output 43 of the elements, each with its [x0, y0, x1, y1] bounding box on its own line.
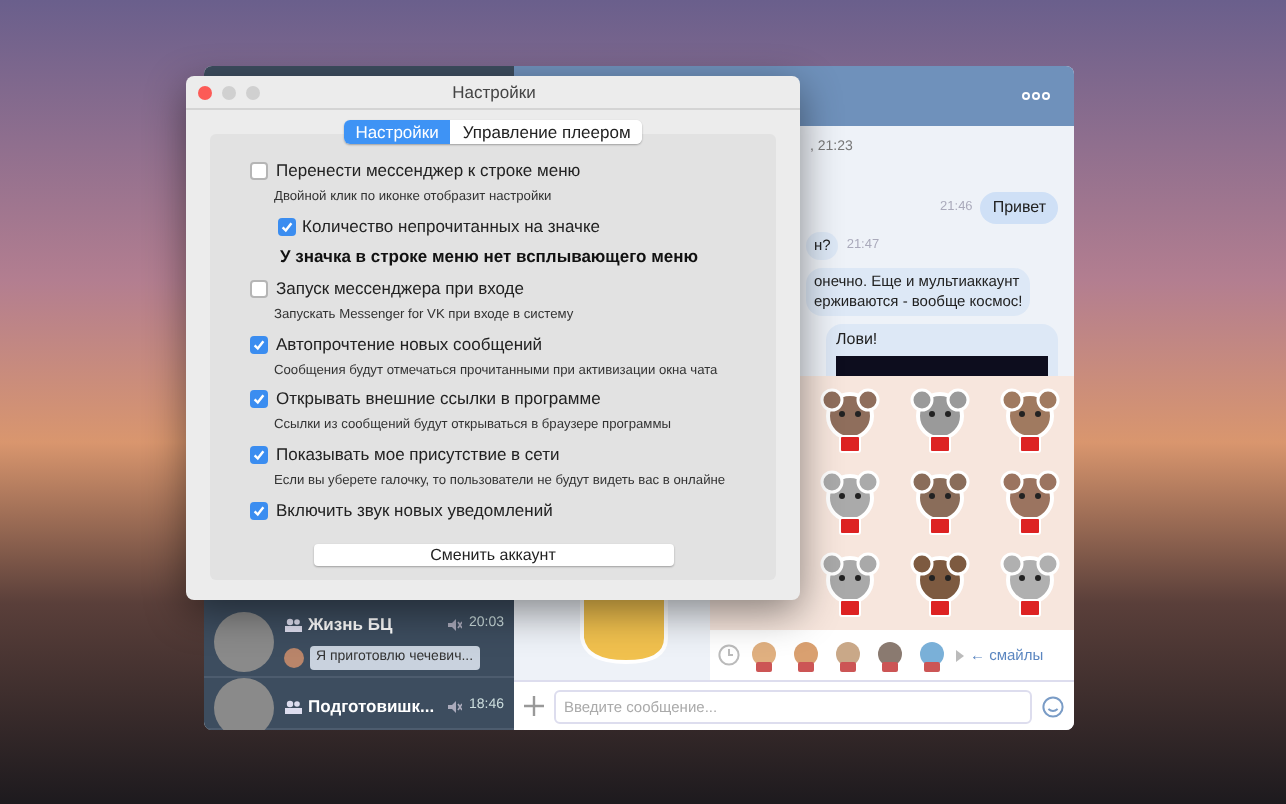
avatar — [284, 648, 304, 668]
more-icon[interactable] — [1022, 92, 1050, 100]
tab[interactable]: Управление плеером — [450, 120, 643, 144]
checkbox[interactable] — [250, 161, 268, 180]
sticker-pack-icon[interactable] — [872, 637, 908, 673]
option-label: Количество непрочитанных на значке — [302, 213, 600, 239]
sticker-pack-icon[interactable] — [788, 637, 824, 673]
message-bubble: Привет — [980, 191, 1058, 223]
checkbox[interactable] — [250, 390, 268, 409]
switch-account-button[interactable]: Сменить аккаунт — [313, 544, 673, 567]
close-icon[interactable] — [198, 85, 212, 99]
option-note: У значка в строке меню нет всплывающего меню — [278, 244, 700, 271]
option-label: Открывать внешние ссылки в программе — [276, 386, 601, 413]
checkbox[interactable] — [250, 445, 268, 464]
sticker-pack-icon[interactable] — [830, 637, 866, 673]
sticker-pack-icon[interactable] — [914, 637, 950, 673]
option-label: Автопрочтение новых сообщений — [276, 331, 543, 358]
avatar — [214, 678, 274, 730]
checkmark-icon — [252, 447, 266, 462]
caret-right-icon[interactable] — [956, 649, 964, 661]
option-label: Перенести мессенджер к строке меню — [276, 158, 581, 184]
avatar — [214, 612, 274, 672]
chat-name: Подготовишк... — [308, 694, 435, 720]
plus-icon[interactable] — [524, 696, 544, 716]
group-icon — [284, 617, 302, 632]
smile-icon[interactable] — [1042, 695, 1064, 717]
option-label: Включить звук новых уведомлений — [276, 497, 553, 523]
checkbox[interactable] — [250, 335, 268, 354]
option-label: Запуск мессенджера при входе — [276, 276, 524, 302]
group-icon — [284, 700, 302, 715]
option-label: Показывать мое присутствие в сети — [276, 442, 560, 468]
checkmark-icon — [280, 219, 294, 234]
checkmark-icon — [252, 337, 266, 352]
message-text: Лови! — [836, 327, 880, 351]
checkbox[interactable] — [250, 501, 268, 520]
checkbox[interactable] — [278, 217, 296, 236]
window-title: Настройки — [450, 79, 538, 105]
checkmark-icon — [252, 503, 266, 518]
checkmark-icon — [252, 392, 266, 407]
sticker-pack-icon[interactable] — [746, 637, 782, 673]
checkbox[interactable] — [250, 280, 268, 299]
clock-icon[interactable] — [718, 644, 740, 666]
chat-name: Жизнь БЦ — [308, 612, 393, 638]
